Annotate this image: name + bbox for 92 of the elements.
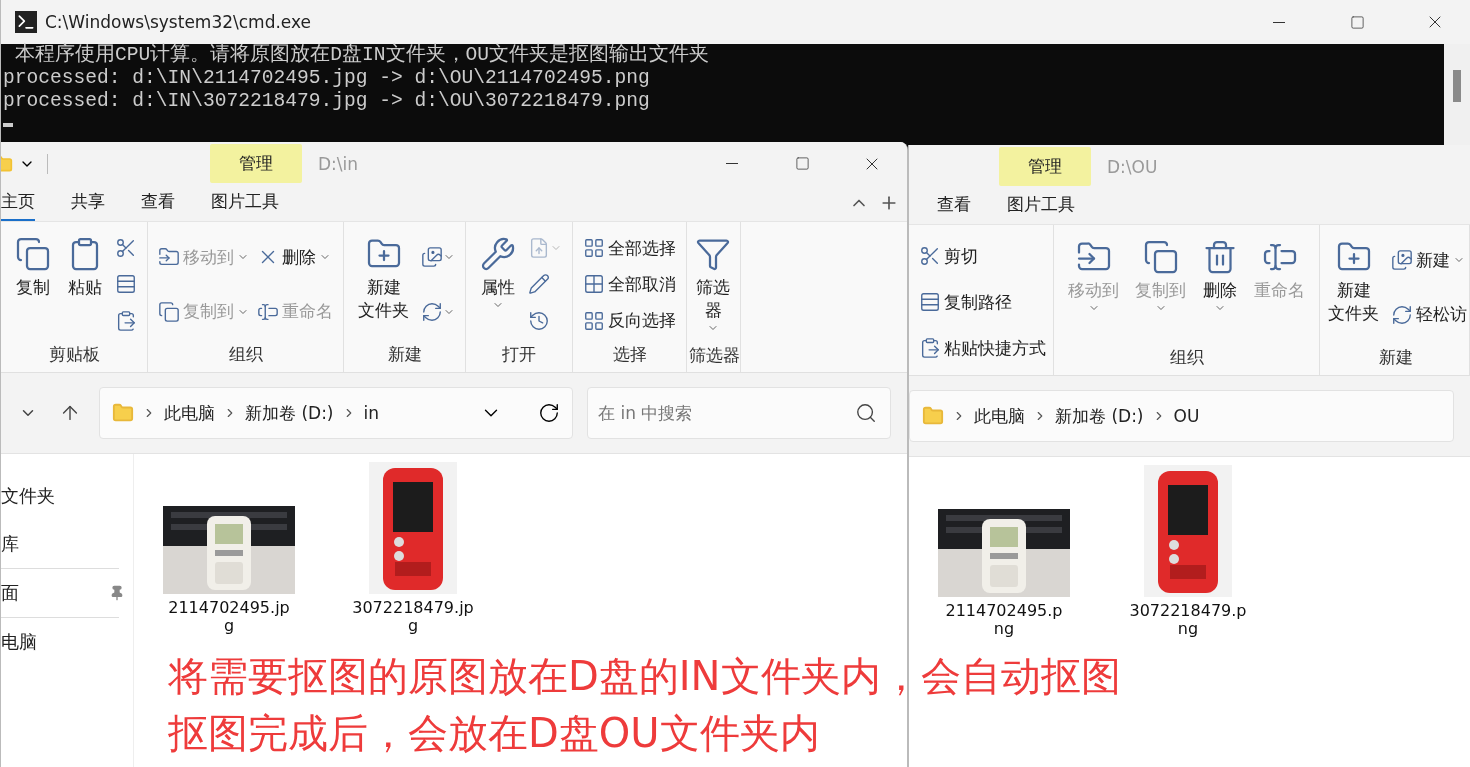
group-label: 组织 <box>1168 346 1205 369</box>
minimize-icon <box>1273 21 1285 23</box>
group-label: 新建 <box>1377 346 1414 369</box>
nav-item[interactable]: 电脑 <box>1 618 133 666</box>
folder-icon <box>922 405 944 427</box>
ribbon-tab[interactable]: 图片工具 <box>1007 187 1075 225</box>
ribbon-button[interactable]: 新建 <box>1389 244 1469 276</box>
search-icon <box>855 402 877 424</box>
new-item-icon <box>421 246 443 269</box>
ribbon-button[interactable]: 复制路径 <box>917 286 1048 318</box>
breadcrumb-item[interactable]: 新加卷 (D:) <box>245 401 334 425</box>
select-all-icon <box>583 237 605 260</box>
scissors-icon <box>115 237 137 260</box>
folder-icon <box>112 402 134 424</box>
address-bar[interactable]: 此电脑 新加卷 (D:) in <box>99 387 573 439</box>
minimize-icon <box>726 163 738 164</box>
nav-label: 面 <box>1 581 19 605</box>
console-icon <box>15 11 37 33</box>
ribbon-button[interactable]: 轻松访 <box>1389 299 1469 331</box>
address-bar[interactable]: 此电脑 新加卷 (D:) OU <box>909 390 1454 442</box>
context-tab[interactable]: 管理 <box>210 144 302 183</box>
open-file-icon <box>528 237 550 260</box>
wrench-icon <box>480 236 516 272</box>
group-label: 组织 <box>227 343 264 366</box>
history-icon <box>528 309 550 332</box>
ribbon-button[interactable]: 筛选 器 <box>689 230 737 340</box>
ribbon-button[interactable]: 反向选择 <box>581 305 678 337</box>
file-name[interactable]: 2114702495.jpg <box>166 599 292 635</box>
refresh-icon[interactable] <box>538 402 560 424</box>
breadcrumb-item[interactable]: OU <box>1173 406 1200 426</box>
ribbon-button[interactable]: 粘贴 <box>61 230 109 305</box>
nav-item[interactable]: 面 <box>1 569 133 617</box>
ribbon-button[interactable]: 新建 文件夹 <box>1322 233 1385 331</box>
file-name[interactable]: 3072218479.png <box>1125 602 1251 638</box>
ribbon-button[interactable]: 复制 <box>9 230 57 305</box>
sync-icon <box>421 300 443 323</box>
ribbon-button[interactable]: 全部选择 <box>581 232 678 264</box>
annotation-text: 抠图完成后，会放在D盘OU文件夹内 <box>168 709 821 758</box>
group-label: 打开 <box>501 343 537 366</box>
console-line: processed: d:\IN\3072218479.jpg -> d:\OU\3072218479.png <box>3 90 651 113</box>
ribbon-tab[interactable]: 共享 <box>71 184 105 222</box>
window-title: D:\OU <box>1107 156 1159 177</box>
ribbon-button[interactable]: 删除 <box>1196 233 1244 320</box>
annotation-text: 将需要抠图的原图放在D盘的IN文件夹内，会自动抠图 <box>168 652 1121 701</box>
ribbon-tab[interactable]: 查看 <box>937 187 971 225</box>
group-label: 选择 <box>611 343 648 366</box>
nav-label: 库 <box>1 532 19 556</box>
breadcrumb-item[interactable]: 此电脑 <box>974 404 1025 428</box>
ribbon-tab[interactable]: 查看 <box>141 184 175 222</box>
breadcrumb-item[interactable]: 新加卷 (D:) <box>1055 404 1144 428</box>
select-none-icon <box>583 273 605 296</box>
group-label: 新建 <box>386 343 423 366</box>
paste-shortcut-icon <box>919 337 941 359</box>
sync-icon <box>1391 303 1413 326</box>
copy-icon <box>15 236 51 272</box>
ribbon-button[interactable]: 全部取消 <box>581 269 678 300</box>
nav-item[interactable]: 库 <box>1 520 133 568</box>
ribbon-button[interactable]: 新建 文件夹 <box>352 230 415 328</box>
invert-selection-icon <box>583 309 605 332</box>
ribbon-button[interactable]: 剪切 <box>917 240 1048 272</box>
ribbon-button[interactable]: 删除 <box>255 241 335 273</box>
ribbon-button[interactable]: 属性 <box>474 230 522 317</box>
filter-icon <box>695 236 731 272</box>
console-line: 本程序使用CPU计算。请将原图放在D盘IN文件夹，OU文件夹是抠图输出文件夹 <box>14 44 711 67</box>
new-item-icon <box>1391 249 1413 272</box>
copy-to-icon <box>1142 239 1179 275</box>
nav-label: 电脑 <box>1 630 37 654</box>
path-icon <box>115 273 137 296</box>
group-label: 筛选器 <box>689 344 740 367</box>
nav-item[interactable]: 文件夹 <box>1 472 133 520</box>
copy-to-icon <box>158 300 180 323</box>
window-title: C:\Windows\system32\cmd.exe <box>45 12 312 32</box>
file-name[interactable]: 2114702495.png <box>941 602 1067 638</box>
maximize-icon <box>1349 14 1365 30</box>
console-line: processed: d:\IN\2114702495.jpg -> d:\OU\2114702495.png <box>3 67 651 90</box>
context-tab[interactable]: 管理 <box>999 147 1091 186</box>
ribbon-button[interactable]: 粘贴快捷方式 <box>917 332 1048 364</box>
search-field[interactable]: 在 in 中搜索 <box>587 387 891 439</box>
paste-shortcut-icon <box>115 309 137 332</box>
scrollbar-thumb[interactable] <box>1453 70 1461 102</box>
breadcrumb-item[interactable]: in <box>363 403 379 423</box>
pencil-icon <box>528 273 550 296</box>
group-label: 剪贴板 <box>47 343 101 366</box>
window-title: D:\in <box>318 153 360 174</box>
ribbon-tab[interactable]: 图片工具 <box>211 184 279 222</box>
breadcrumb-item[interactable]: 此电脑 <box>164 401 215 425</box>
file-name[interactable]: 3072218479.jpg <box>350 599 476 635</box>
text-cursor <box>3 123 13 127</box>
scissors-icon <box>919 245 941 267</box>
path-icon <box>919 291 941 313</box>
nav-label: 文件夹 <box>1 484 55 508</box>
maximize-icon <box>794 156 810 171</box>
